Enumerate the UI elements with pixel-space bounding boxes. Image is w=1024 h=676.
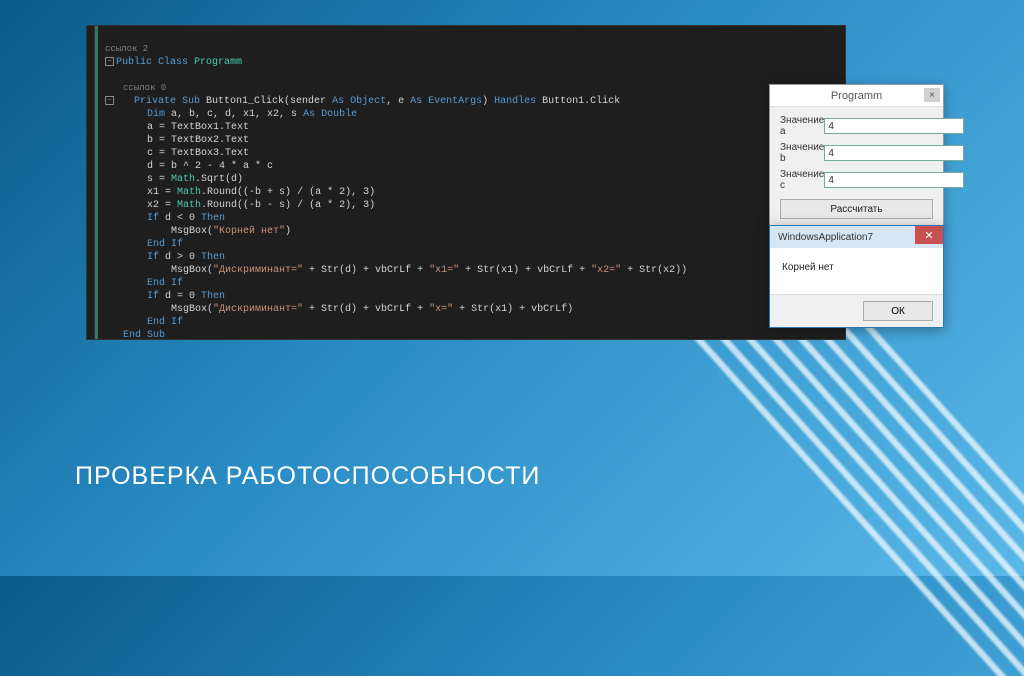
fold-indicator (95, 26, 98, 339)
input-row-b: Значение b (780, 142, 933, 164)
msgbox-titlebar[interactable]: WindowsApplication7 ✕ (770, 226, 943, 248)
label-a: Значение a (780, 115, 824, 137)
label-c: Значение c (780, 169, 824, 191)
form-close-button[interactable]: × (924, 88, 940, 102)
input-a[interactable] (824, 118, 964, 134)
close-icon: × (929, 90, 935, 101)
close-icon: ✕ (924, 229, 933, 242)
label-b: Значение b (780, 142, 824, 164)
msgbox-title: WindowsApplication7 (778, 232, 873, 243)
input-b[interactable] (824, 145, 964, 161)
msgbox-close-button[interactable]: ✕ (915, 226, 943, 244)
editor-gutter (87, 26, 95, 339)
input-row-c: Значение c (780, 169, 933, 191)
form-title: Programm (831, 90, 882, 102)
ref-count-0: ссылок 0 (123, 83, 166, 93)
input-c[interactable] (824, 172, 964, 188)
msgbox-message: Корней нет (770, 248, 943, 294)
collapse-icon[interactable]: − (105, 57, 114, 66)
form-titlebar[interactable]: Programm × (770, 85, 943, 107)
msgbox-ok-button[interactable]: ОК (863, 301, 933, 321)
input-row-a: Значение a (780, 115, 933, 137)
form-body: Значение a Значение b Значение c Рассчит… (770, 107, 943, 227)
code-editor-window: ссылок 2 −Public Class Programm ссылок 0… (86, 25, 846, 340)
ref-count-2: ссылок 2 (105, 44, 148, 54)
programm-form-window: Programm × Значение a Значение b Значени… (769, 84, 944, 228)
calculate-button[interactable]: Рассчитать (780, 199, 933, 219)
msgbox-window: WindowsApplication7 ✕ Корней нет ОК (769, 225, 944, 328)
collapse-icon[interactable]: − (105, 96, 114, 105)
code-content[interactable]: ссылок 2 −Public Class Programm ссылок 0… (87, 26, 845, 340)
slide-title: ПРОВЕРКА РАБОТОСПОСОБНОСТИ (75, 462, 540, 491)
msgbox-footer: ОК (770, 294, 943, 327)
